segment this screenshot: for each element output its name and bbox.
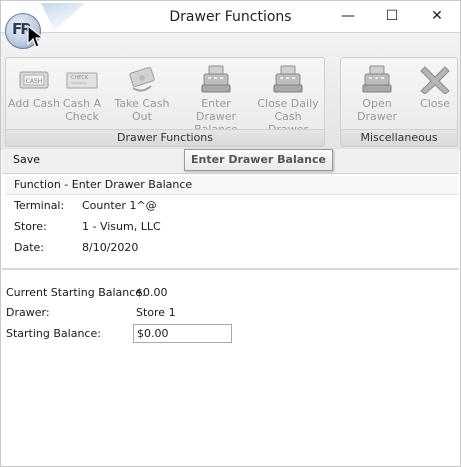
ribbon-group-label: Drawer Functions (6, 129, 324, 146)
mouse-cursor-icon (27, 25, 45, 48)
date-row: Date: 8/10/2020 (14, 241, 138, 254)
drawer-value: Store 1 (136, 306, 176, 319)
terminal-value: Counter 1^@ (82, 199, 157, 212)
register-icon (273, 65, 303, 93)
enter-drawer-balance-button[interactable]: Enter Drawer Balance (182, 64, 250, 136)
ribbon-group-drawer-functions: CASH Add Cash CHECK Cash A Check Take Ca… (5, 57, 325, 147)
drawer-functions-window: Drawer Functions — ☐ ✕ FR CASH Add Cash (0, 0, 461, 467)
close-x-icon (420, 66, 450, 94)
date-label: Date: (14, 241, 44, 254)
check-icon: CHECK (66, 72, 98, 89)
ribbon: CASH Add Cash CHECK Cash A Check Take Ca… (1, 32, 460, 150)
open-drawer-button[interactable]: Open Drawer (343, 64, 411, 123)
save-button[interactable]: Save (13, 153, 40, 166)
add-cash-label: Add Cash (8, 97, 60, 110)
minimize-button[interactable]: — (333, 5, 363, 27)
current-balance-label: Current Starting Balance: (6, 286, 146, 299)
register-icon (201, 65, 231, 93)
cash-a-check-label: Cash A Check (62, 97, 102, 123)
function-info-panel: Function - Enter Drawer Balance Terminal… (2, 174, 459, 270)
date-value: 8/10/2020 (82, 241, 139, 254)
terminal-row: Terminal: Counter 1^@ (14, 199, 157, 212)
add-cash-button[interactable]: CASH Add Cash (8, 64, 60, 110)
svg-text:CASH: CASH (26, 78, 43, 85)
terminal-label: Terminal: (14, 199, 65, 212)
register-icon (362, 65, 392, 93)
current-balance-value: $0.00 (136, 286, 168, 299)
close-window-button[interactable]: ✕ (422, 5, 452, 27)
drawer-row: Drawer: Store 1 (6, 306, 176, 319)
current-balance-row: Current Starting Balance: $0.00 (6, 286, 168, 299)
function-title: Function - Enter Drawer Balance (14, 178, 193, 191)
starting-balance-row: Starting Balance: (6, 327, 101, 340)
drawer-label: Drawer: (6, 306, 50, 319)
open-drawer-label: Open Drawer (356, 97, 398, 123)
store-label: Store: (14, 220, 47, 233)
close-daily-cash-drawer-button[interactable]: Close Daily Cash Drawer (254, 64, 322, 136)
ribbon-tooltip: Enter Drawer Balance (184, 149, 333, 171)
svg-text:CHECK: CHECK (71, 75, 89, 81)
take-cash-out-label: Take Cash Out (114, 97, 170, 123)
cash-icon: CASH (19, 71, 49, 89)
ribbon-group-miscellaneous: Open Drawer Close Miscellaneous (340, 57, 458, 147)
store-row: Store: 1 - Visum, LLC (14, 220, 161, 233)
title-bar: Drawer Functions — ☐ ✕ (1, 1, 460, 32)
close-label: Close (420, 97, 450, 110)
close-button[interactable]: Close (417, 64, 453, 110)
ribbon-group-label: Miscellaneous (341, 129, 457, 146)
cash-a-check-button[interactable]: CHECK Cash A Check (60, 64, 104, 123)
balance-form-panel: Current Starting Balance: $0.00 Drawer: … (2, 271, 459, 467)
take-cash-out-button[interactable]: Take Cash Out (105, 64, 179, 123)
starting-balance-label: Starting Balance: (6, 327, 101, 340)
cash-out-icon (129, 66, 155, 92)
function-header: Function - Enter Drawer Balance (6, 176, 458, 195)
store-value: 1 - Visum, LLC (82, 220, 161, 233)
starting-balance-input[interactable]: $0.00 (133, 324, 232, 343)
maximize-button[interactable]: ☐ (377, 5, 407, 27)
